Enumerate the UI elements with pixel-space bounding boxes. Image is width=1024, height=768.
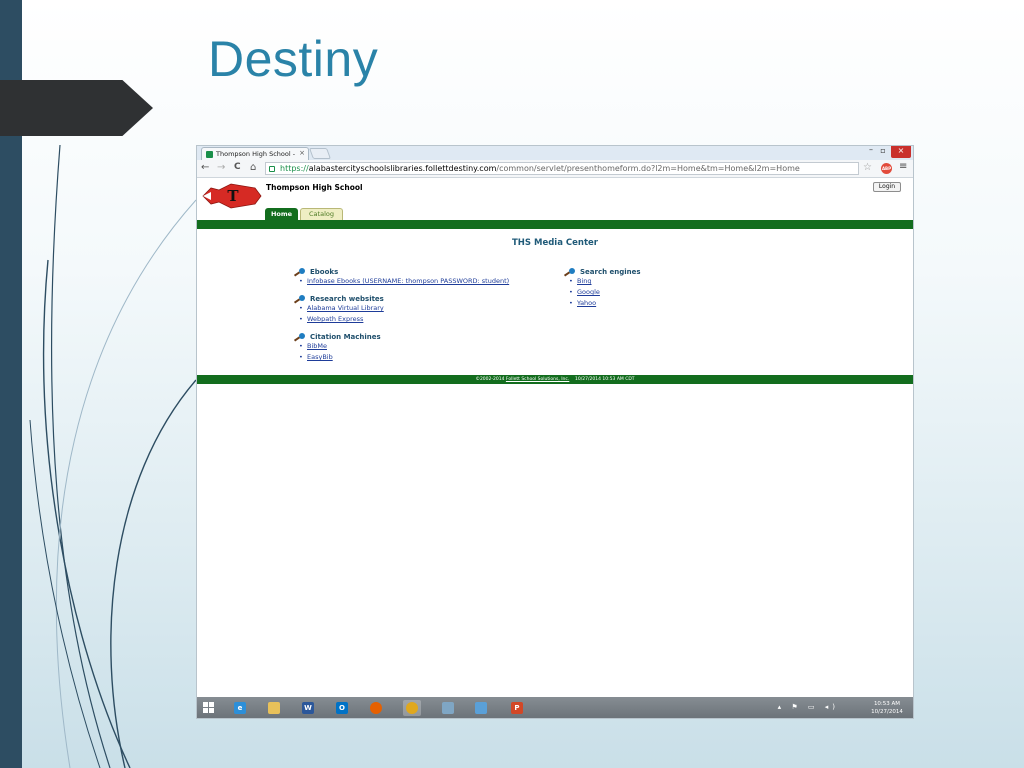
calculator-icon (442, 702, 454, 714)
lock-icon (269, 166, 275, 172)
magnifier-icon (293, 294, 307, 303)
word-icon: W (302, 702, 314, 714)
link-bibme[interactable]: BibMe (307, 342, 327, 350)
slide-title: Destiny (208, 31, 379, 87)
minimize-button[interactable]: – (865, 146, 877, 157)
tab-title: Thompson High School - (216, 150, 296, 158)
network-app-icon (475, 702, 487, 714)
reload-icon[interactable]: C (234, 162, 241, 172)
clock-time: 10:53 AM (873, 701, 901, 707)
link-bing[interactable]: Bing (577, 277, 592, 285)
link-alabama-virtual-library[interactable]: Alabama Virtual Library (307, 304, 384, 312)
link-yahoo[interactable]: Yahoo (577, 299, 596, 307)
footer-copyright: ©2002-2014 (475, 377, 505, 382)
link-item[interactable]: Webpath Express (299, 314, 509, 325)
browser-toolbar: ← → C ⌂ https://alabastercityschoolslibr… (197, 160, 913, 178)
internet-explorer-icon: e (234, 702, 246, 714)
tab-home[interactable]: Home (265, 208, 298, 220)
link-item[interactable]: Alabama Virtual Library (299, 303, 509, 314)
powerpoint-icon: P (511, 702, 523, 714)
section-ebooks: Ebooks Infobase Ebooks (USERNAME: thomps… (293, 267, 509, 287)
browser-tab[interactable]: Thompson High School - × (201, 147, 309, 160)
link-webpath-express[interactable]: Webpath Express (307, 315, 363, 323)
section-search-engines: Search engines Bing Google Yahoo (563, 267, 641, 309)
file-explorer-icon (268, 702, 280, 714)
magnifier-icon (293, 267, 307, 276)
forward-arrow-icon[interactable]: → (217, 162, 225, 173)
windows-start-icon[interactable] (203, 702, 215, 714)
tab-close-icon[interactable]: × (299, 149, 305, 157)
link-infobase-ebooks[interactable]: Infobase Ebooks (USERNAME: thompson PASS… (307, 277, 509, 285)
link-easybib[interactable]: EasyBib (307, 353, 333, 361)
taskbar-clock[interactable]: 10:53 AM 10/27/2014 (867, 700, 907, 716)
logo-letter: T (227, 187, 239, 205)
section-heading: Ebooks (310, 267, 339, 276)
network-app-taskbar-icon[interactable] (472, 700, 490, 716)
file-explorer-taskbar-icon[interactable] (265, 700, 283, 716)
calculator-taskbar-icon[interactable] (439, 700, 457, 716)
page-footer: ©2002-2014 Follett School Solutions, Inc… (197, 375, 913, 384)
browser-menu-icon[interactable]: ≡ (899, 161, 907, 172)
web-page: T Thompson High School Login Home Catalo… (197, 179, 913, 697)
word-taskbar-icon[interactable]: W (299, 700, 317, 716)
internet-explorer-taskbar-icon[interactable]: e (231, 700, 249, 716)
section-heading: Citation Machines (310, 332, 381, 341)
outlook-icon: O (336, 702, 348, 714)
favicon-icon (206, 151, 213, 158)
url-host: alabastercityschoolslibraries.follettdes… (308, 164, 497, 173)
footer-company-link[interactable]: Follett School Solutions, Inc. (506, 377, 569, 382)
link-item[interactable]: EasyBib (299, 352, 509, 363)
system-tray[interactable]: ▴ ⚑ ▭ ◂) (778, 703, 839, 711)
powerpoint-taskbar-icon[interactable]: P (508, 700, 526, 716)
section-heading: Search engines (580, 267, 641, 276)
firefox-taskbar-icon[interactable] (367, 700, 385, 716)
firefox-icon (370, 702, 382, 714)
link-item[interactable]: BibMe (299, 341, 509, 352)
left-link-column: Ebooks Infobase Ebooks (USERNAME: thomps… (293, 267, 509, 370)
windows-taskbar: e W O P ▴ ⚑ ▭ ◂) 10:53 AM 10/27/2014 (197, 697, 913, 718)
magnifier-icon (293, 332, 307, 341)
link-item[interactable]: Yahoo (569, 298, 641, 309)
clock-date: 10/27/2014 (871, 709, 903, 715)
footer-timestamp: 10/27/2014 10:53 AM CDT (575, 377, 635, 382)
section-heading: Research websites (310, 294, 384, 303)
url-scheme: https:// (280, 164, 309, 173)
link-item[interactable]: Bing (569, 276, 641, 287)
outlook-taskbar-icon[interactable]: O (333, 700, 351, 716)
new-tab-button[interactable] (308, 148, 332, 159)
home-icon[interactable]: ⌂ (250, 162, 256, 173)
link-google[interactable]: Google (577, 288, 600, 296)
school-logo: T (202, 183, 262, 209)
magnifier-icon (563, 267, 577, 276)
chrome-icon (406, 702, 418, 714)
url-path: /common/servlet/presenthomeform.do?l2m=H… (496, 164, 800, 173)
address-bar[interactable]: https://alabastercityschoolslibraries.fo… (265, 162, 859, 175)
school-name: Thompson High School (266, 183, 363, 192)
maximize-button[interactable]: ▫ (877, 146, 889, 158)
tab-catalog[interactable]: Catalog (300, 208, 343, 220)
section-research-websites: Research websites Alabama Virtual Librar… (293, 294, 509, 325)
back-arrow-icon[interactable]: ← (201, 162, 209, 173)
adblock-icon[interactable]: ABP (881, 163, 892, 174)
login-button[interactable]: Login (873, 182, 901, 192)
slide-arrow-shape (0, 80, 153, 136)
link-item[interactable]: Google (569, 287, 641, 298)
section-citation-machines: Citation Machines BibMe EasyBib (293, 332, 509, 363)
browser-tab-strip: Thompson High School - × – ▫ × (197, 146, 913, 160)
chrome-taskbar-icon[interactable] (403, 700, 421, 716)
link-item[interactable]: Infobase Ebooks (USERNAME: thompson PASS… (299, 276, 509, 287)
right-link-column: Search engines Bing Google Yahoo (563, 267, 641, 316)
header-green-bar (197, 220, 913, 229)
browser-screenshot: Thompson High School - × – ▫ × ← → C ⌂ h… (196, 145, 914, 719)
media-center-title: THS Media Center (512, 238, 598, 248)
bookmark-star-icon[interactable]: ☆ (863, 162, 872, 173)
close-window-button[interactable]: × (891, 146, 911, 158)
